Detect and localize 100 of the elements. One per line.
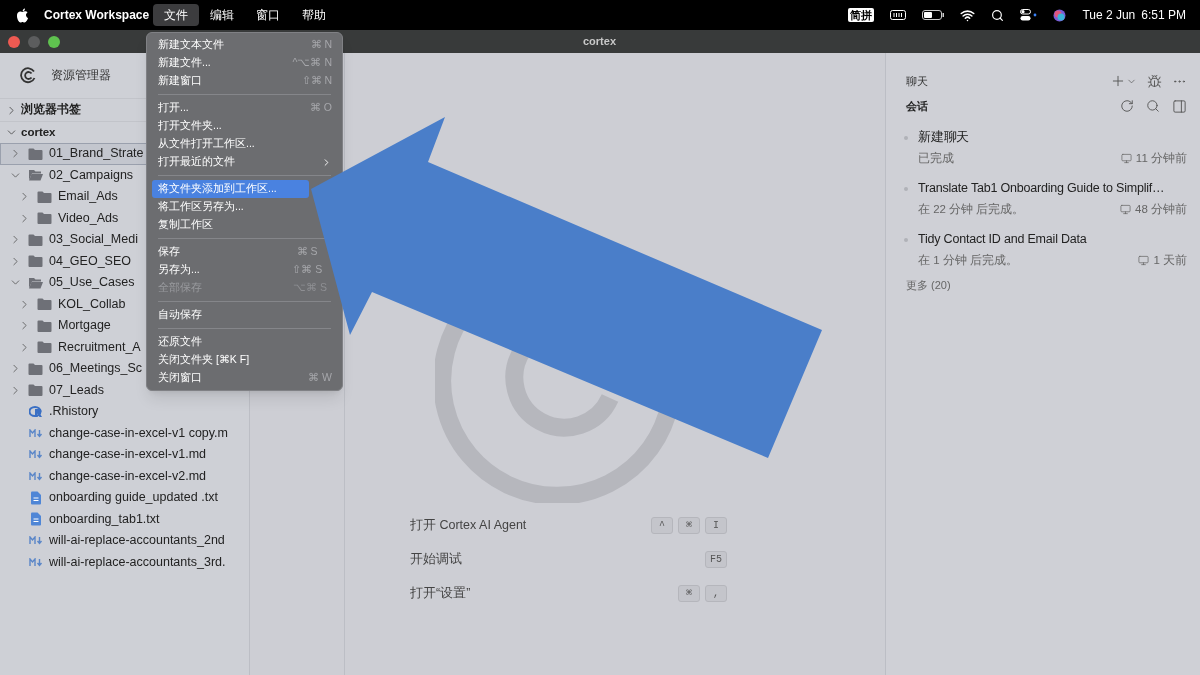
menu-item[interactable]: 自动保存 [152, 306, 338, 324]
markdown-icon [28, 557, 43, 567]
menu-item[interactable]: 将工作区另存为... [152, 198, 312, 216]
folder-name: Email_Ads [58, 188, 118, 206]
menu-title[interactable]: 文件 [153, 4, 200, 26]
wifi-icon[interactable] [960, 7, 976, 23]
menu-item[interactable]: 将文件夹添加到工作区... [152, 180, 309, 198]
session-time: 11 分钟前 [1135, 151, 1187, 167]
folder-icon [28, 384, 43, 397]
zoom-button[interactable] [48, 35, 60, 48]
menu-title[interactable]: 编辑 [199, 4, 246, 26]
app-name[interactable]: Cortex Workspace [44, 6, 150, 24]
folder-name: 06_Meetings_Sc [49, 360, 143, 378]
folder-icon [28, 276, 43, 289]
menu-item[interactable]: 新建文件... ^⌥⌘ N [152, 54, 338, 72]
file-name: onboarding_tab1.txt [49, 510, 160, 528]
file-row[interactable]: change-case-in-excel-v1 copy.m [0, 422, 249, 444]
folder-icon [37, 190, 52, 203]
menu-item[interactable]: 新建窗口 ⇧⌘ N [152, 72, 338, 90]
file-row[interactable]: onboarding guide_updated .txt [0, 487, 249, 509]
menu-item[interactable]: 关闭窗口 ⌘ W [152, 369, 338, 387]
file-row[interactable]: change-case-in-excel-v1.md [0, 444, 249, 466]
shortcut-label[interactable]: 打开 Cortex AI Agent [410, 515, 527, 535]
folder-icon [37, 319, 52, 332]
markdown-icon [28, 536, 43, 546]
key-cap: ⌘ [678, 584, 700, 602]
assistant-icon[interactable] [1053, 8, 1067, 22]
battery-icon[interactable] [922, 10, 945, 20]
control-center-icon[interactable] [1020, 9, 1038, 21]
session-title: 新建聊天 [918, 128, 971, 146]
file-name: will-ai-replace-accountants_2nd [49, 532, 225, 550]
document-icon [29, 490, 42, 505]
folder-icon [28, 255, 43, 268]
session-status: 在 1 分钟 后完成。 [918, 253, 1018, 269]
apple-icon[interactable] [16, 7, 29, 23]
file-row[interactable]: change-case-in-excel-v2.md [0, 465, 249, 487]
menu-item[interactable]: 关闭文件夹 [⌘K F] [152, 351, 338, 369]
menu-title[interactable]: 帮助 [291, 4, 338, 26]
monitor-icon [1120, 153, 1132, 165]
shortcut-label[interactable]: 开始调试 [410, 549, 462, 569]
file-name: .Rhistory [49, 403, 99, 421]
session-time: 1 天前 [1153, 253, 1187, 269]
folder-name: KOL_Collab [58, 295, 126, 313]
monitor-icon [1138, 255, 1150, 267]
file-name: onboarding guide_updated .txt [49, 489, 218, 507]
menu-item[interactable]: 复制工作区 [152, 216, 317, 234]
keyboard-icon[interactable] [890, 10, 907, 20]
session-status: 在 22 分钟 后完成。 [918, 202, 1025, 218]
folder-icon [37, 212, 52, 225]
clock-date[interactable]: Tue 2 Jun [1082, 6, 1136, 24]
folder-name: Video_Ads [58, 209, 119, 227]
input-method-indicator[interactable]: 简拼 [848, 8, 875, 22]
markdown-icon [28, 428, 43, 438]
folder-icon [28, 233, 43, 246]
markdown-icon [28, 450, 43, 460]
chat-session[interactable]: Tidy Contact ID and Email Data 在 1 分钟 后完成。 1 天前 [906, 224, 1187, 275]
section-label: 浏览器书签 [21, 102, 81, 118]
r-file-icon [28, 405, 43, 418]
chat-session[interactable]: 新建聊天 已完成 11 分钟前 [906, 122, 1187, 173]
session-title: Tidy Contact ID and Email Data [918, 230, 1088, 248]
file-row[interactable]: .Rhistory [0, 401, 249, 423]
close-button[interactable] [8, 35, 20, 48]
search-icon[interactable] [991, 8, 1005, 22]
key-cap: F5 [705, 550, 727, 568]
folder-name: Mortgage [58, 317, 111, 335]
refresh-icon[interactable] [1120, 99, 1134, 113]
folder-name: 07_Leads [49, 381, 104, 399]
folder-name: 02_Campaigns [49, 166, 134, 184]
file-row[interactable]: onboarding_tab1.txt [0, 508, 249, 530]
menu-item[interactable]: 保存 ⌘ S [152, 243, 324, 261]
bug-icon[interactable] [1147, 73, 1162, 89]
key-cap: I [705, 516, 727, 534]
menu-title[interactable]: 窗口 [245, 4, 292, 26]
file-row[interactable]: will-ai-replace-accountants_3rd. [0, 551, 249, 573]
session-status: 已完成 [918, 151, 954, 167]
folder-icon [28, 147, 43, 160]
section-title: 会话 [906, 98, 928, 114]
clock-time[interactable]: 6:51 PM [1141, 6, 1186, 24]
file-name: change-case-in-excel-v1 copy.m [49, 424, 228, 442]
document-icon [29, 512, 42, 527]
more-sessions-link[interactable]: 更多 (20) [906, 277, 1187, 294]
shortcut-label[interactable]: 打开“设置” [410, 583, 471, 603]
folder-icon [37, 298, 52, 311]
file-name: change-case-in-excel-v1.md [49, 446, 206, 464]
section-label: cortex [21, 124, 56, 140]
file-name: change-case-in-excel-v2.md [49, 467, 206, 485]
folder-name: 01_Brand_Strate [49, 145, 144, 163]
markdown-icon [28, 471, 43, 481]
folder-name: 03_Social_Medi [49, 231, 138, 249]
panel-toggle-icon[interactable] [1172, 98, 1187, 114]
chat-session[interactable]: Translate Tab1 Onboarding Guide to Simplif… 在 22 分钟 后完成。 48 分钟前 [906, 173, 1187, 224]
menu-item[interactable]: 新建文本文件 ⌘ N [152, 36, 338, 54]
session-title: Translate Tab1 Onboarding Guide to Simplif… [918, 179, 1166, 197]
logo-icon [20, 67, 37, 84]
session-time: 48 分钟前 [1135, 202, 1187, 218]
menu-item[interactable]: 还原文件 [152, 333, 338, 351]
key-cap: ^ [651, 516, 673, 534]
window-title: cortex [583, 34, 617, 50]
menu-item[interactable]: 另存为... ⇧⌘ S [152, 261, 329, 279]
file-row[interactable]: will-ai-replace-accountants_2nd [0, 530, 249, 552]
